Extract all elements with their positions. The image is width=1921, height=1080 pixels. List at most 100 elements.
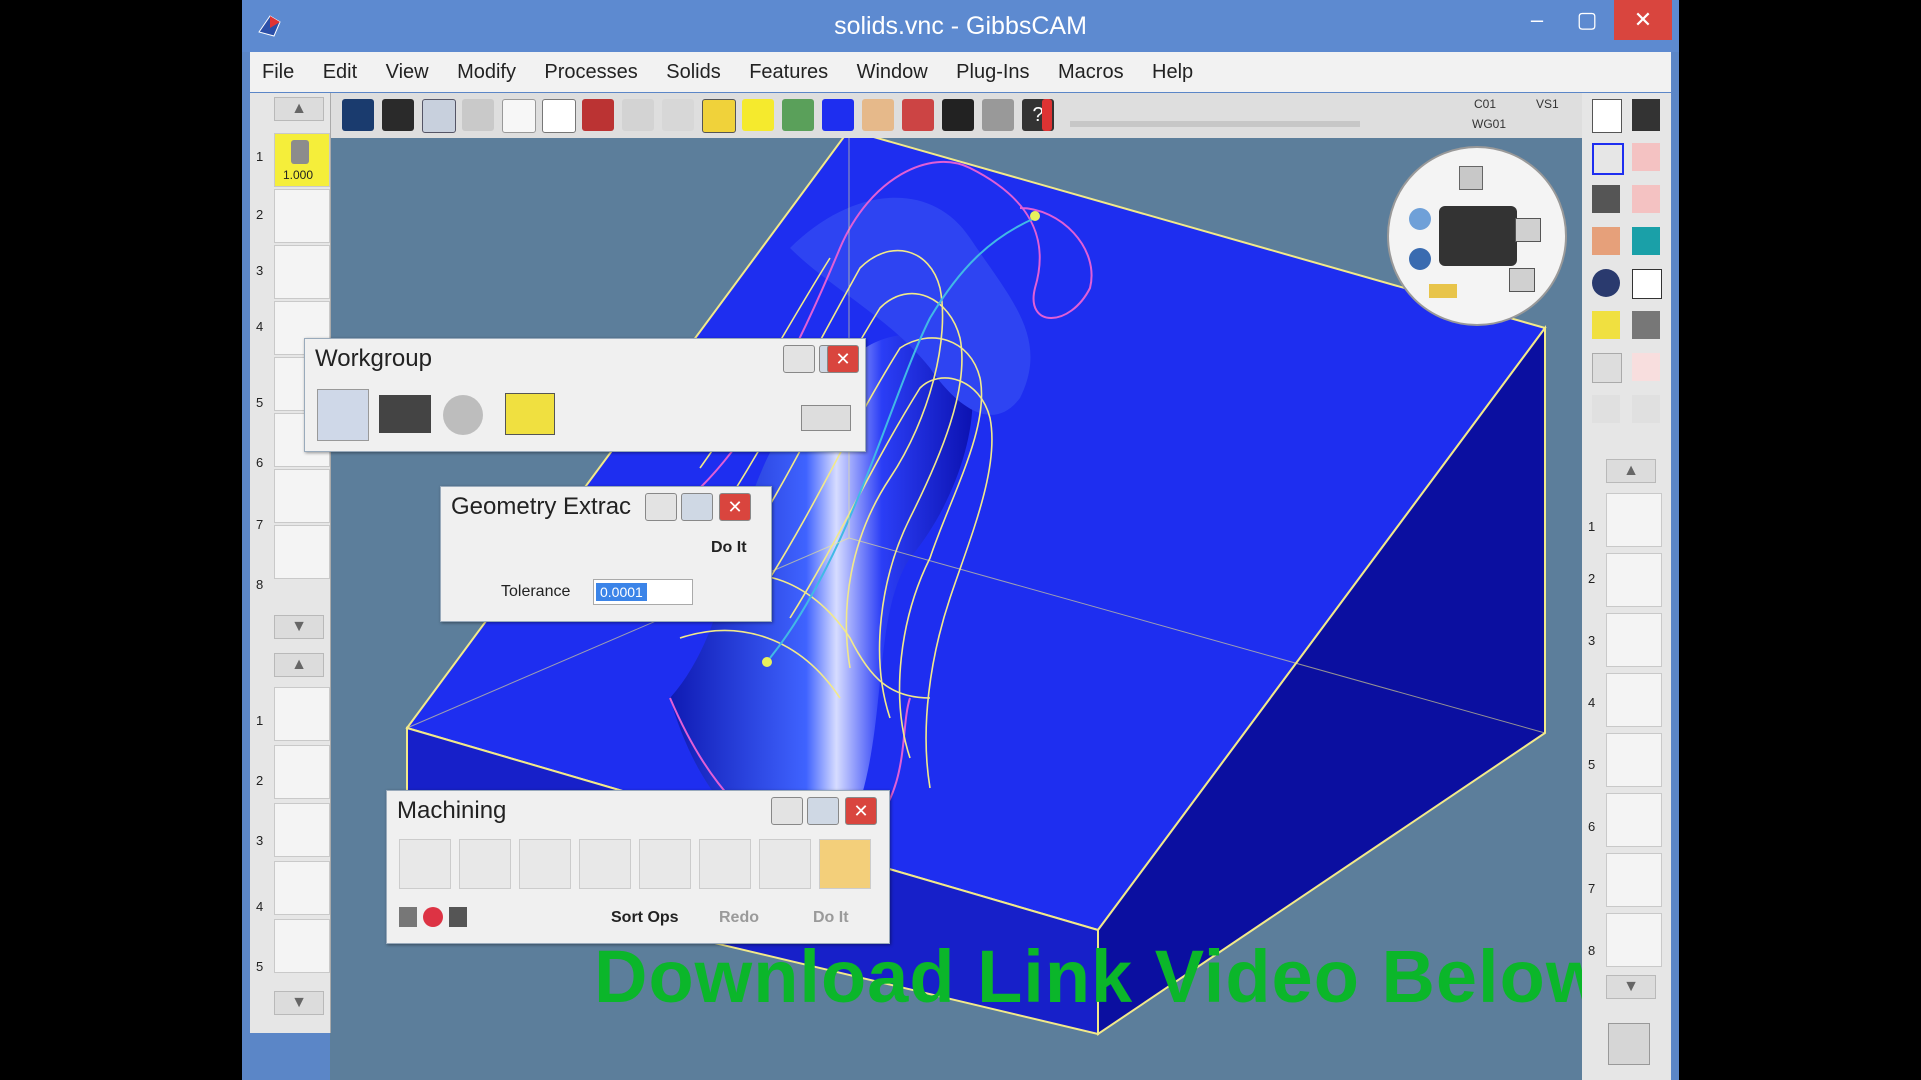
view-cube-icon[interactable] (1439, 206, 1517, 266)
cube-outline-icon[interactable] (1632, 269, 1662, 299)
machining-do-it-button[interactable]: Do It (813, 909, 849, 927)
redo-button[interactable]: Redo (719, 909, 759, 927)
color-icon[interactable] (582, 99, 614, 131)
print-icon[interactable] (662, 99, 694, 131)
tool-scroll-down[interactable]: ▼ (274, 615, 324, 639)
op-slot-7[interactable] (1606, 853, 1662, 907)
contour-icon[interactable] (459, 839, 511, 889)
op-slot-4[interactable] (1606, 673, 1662, 727)
pencil-icon[interactable] (1592, 311, 1620, 339)
copy-document-icon[interactable] (1632, 99, 1660, 131)
op-scroll-up[interactable]: ▲ (1606, 459, 1656, 483)
shaded-solid-icon[interactable] (702, 99, 736, 133)
menu-macros[interactable]: Macros (1046, 52, 1136, 92)
tolerance-input[interactable]: 0.0001 (593, 579, 693, 605)
thread-mill-icon[interactable] (519, 839, 571, 889)
home-view-icon[interactable] (1459, 166, 1483, 190)
view-wheel[interactable] (1387, 146, 1567, 326)
workgroup-solid-icon[interactable] (317, 389, 369, 441)
disabled-tool-c-icon[interactable] (1632, 395, 1660, 423)
op-slot-2[interactable] (1606, 553, 1662, 607)
sheet-icon[interactable] (462, 99, 494, 131)
menu-help[interactable]: Help (1140, 52, 1205, 92)
op-scroll-down[interactable]: ▼ (1606, 975, 1656, 999)
dimension-icon[interactable] (1632, 143, 1660, 171)
menu-window[interactable]: Window (845, 52, 940, 92)
axis-icon[interactable] (902, 99, 934, 131)
op-slot-6[interactable] (1606, 793, 1662, 847)
menu-plug-ins[interactable]: Plug-Ins (944, 52, 1041, 92)
tool-slot-3[interactable] (274, 245, 330, 299)
process-slot-4[interactable] (274, 861, 330, 915)
geometry-do-it-button[interactable]: Do It (711, 539, 747, 557)
menu-processes[interactable]: Processes (532, 52, 649, 92)
tool-icon[interactable] (1592, 185, 1620, 213)
maximize-button[interactable]: ▢ (1562, 0, 1612, 40)
zoom-icon[interactable] (1429, 284, 1457, 298)
eye-icon[interactable] (1592, 269, 1620, 297)
process-scroll-down[interactable]: ▼ (274, 991, 324, 1015)
machining-collapse-button[interactable] (807, 797, 839, 825)
geometry-close-button[interactable]: ✕ (719, 493, 751, 521)
tool-slot-1[interactable]: 1.000 (274, 133, 330, 187)
sketch-icon[interactable] (1632, 185, 1660, 213)
point-icon[interactable] (502, 99, 536, 133)
workgroup-layer-icon[interactable] (379, 395, 431, 433)
layers-icon[interactable] (782, 99, 814, 131)
process-slot-2[interactable] (274, 745, 330, 799)
process-slot-3[interactable] (274, 803, 330, 857)
menu-solids[interactable]: Solids (654, 52, 732, 92)
machining-close-button[interactable]: ✕ (845, 797, 877, 825)
grid-icon[interactable] (622, 99, 654, 131)
select-all-icon[interactable] (342, 99, 374, 131)
machine-setup-icon[interactable] (639, 839, 691, 889)
rotate-icon[interactable] (1409, 248, 1431, 270)
tool-slot-2[interactable] (274, 189, 330, 243)
surface-roughing-icon[interactable] (699, 839, 751, 889)
geometry-select-icon[interactable] (1592, 143, 1624, 175)
sort-ops-button[interactable]: Sort Ops (611, 909, 679, 927)
op-slot-8[interactable] (1606, 913, 1662, 967)
tool-slot-8[interactable] (274, 525, 330, 579)
menu-features[interactable]: Features (737, 52, 840, 92)
workgroup-pin-icon[interactable] (783, 345, 815, 373)
stop-icon[interactable] (1042, 99, 1052, 131)
workgroup-close-button[interactable]: ✕ (827, 345, 859, 373)
delete-op-icon[interactable] (423, 907, 443, 927)
pocket-icon[interactable] (579, 839, 631, 889)
flat-tool-icon[interactable] (822, 99, 854, 131)
pan-icon[interactable] (1409, 208, 1431, 230)
trash-icon[interactable] (1608, 1023, 1650, 1065)
plane-icon[interactable] (1632, 227, 1660, 255)
surface-finish-icon[interactable] (759, 839, 811, 889)
transform-icon[interactable] (1632, 353, 1660, 381)
machining-pin-icon[interactable] (771, 797, 803, 825)
new-document-icon[interactable] (1592, 99, 1622, 133)
menu-file[interactable]: File (250, 52, 306, 92)
bottom-view-icon[interactable] (1509, 268, 1535, 292)
rectangle-icon[interactable] (542, 99, 576, 133)
process-slot-1[interactable] (274, 687, 330, 741)
render-settings-icon[interactable] (1632, 311, 1660, 339)
stock-icon[interactable] (862, 99, 894, 131)
stock-palette-icon[interactable] (1592, 227, 1620, 255)
workgroup-sphere-icon[interactable] (443, 395, 483, 435)
minimize-button[interactable]: – (1512, 0, 1562, 40)
process-scroll-up[interactable]: ▲ (274, 653, 324, 677)
menu-modify[interactable]: Modify (445, 52, 528, 92)
right-view-icon[interactable] (1515, 218, 1541, 242)
workgroup-stock-icon[interactable] (505, 393, 555, 435)
menu-view[interactable]: View (374, 52, 441, 92)
solid-box-icon[interactable] (422, 99, 456, 133)
move-icon[interactable] (942, 99, 974, 131)
drill-icon[interactable] (399, 839, 451, 889)
op-slot-3[interactable] (1606, 613, 1662, 667)
pencil-mill-icon[interactable] (819, 839, 871, 889)
workpiece-icon[interactable] (742, 99, 774, 131)
save-op-icon[interactable] (449, 907, 467, 927)
op-slot-5[interactable] (1606, 733, 1662, 787)
disabled-tool-a-icon[interactable] (1592, 353, 1622, 383)
tool-slot-7[interactable] (274, 469, 330, 523)
disabled-tool-b-icon[interactable] (1592, 395, 1620, 423)
tool-scroll-up[interactable]: ▲ (274, 97, 324, 121)
